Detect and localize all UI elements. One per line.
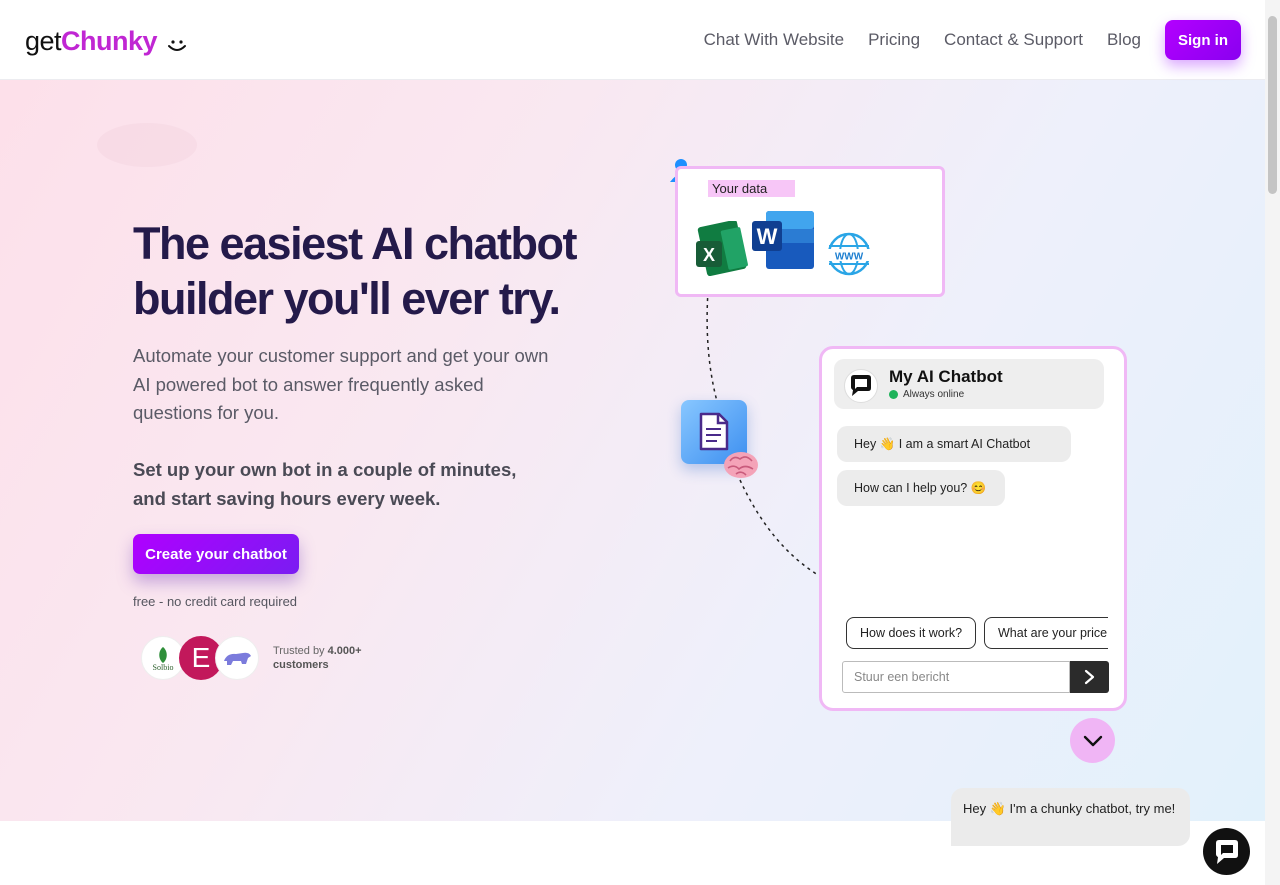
svg-text:W: W	[757, 224, 778, 249]
excel-icon: X	[696, 221, 748, 277]
bot-name: My AI Chatbot	[889, 367, 1003, 386]
nav-blog[interactable]: Blog	[1107, 30, 1141, 50]
chevron-right-icon	[1084, 669, 1094, 685]
nav-contact-support[interactable]: Contact & Support	[944, 30, 1083, 50]
globe-www-icon: WWW	[827, 232, 871, 276]
chatbot-widget-preview: My AI Chatbot Always online Hey 👋 I am a…	[819, 346, 1127, 711]
scrollbar-thumb[interactable]	[1268, 16, 1277, 194]
bot-message: Hey 👋 I am a smart AI Chatbot	[837, 426, 1071, 462]
bot-avatar	[844, 369, 878, 403]
nav-chat-with-website[interactable]: Chat With Website	[704, 30, 844, 50]
bot-status: Always online	[889, 389, 964, 400]
chat-bubble-icon	[1215, 839, 1238, 864]
online-dot-icon	[889, 390, 898, 399]
chevron-down-icon	[1083, 735, 1102, 746]
chat-bubble-icon	[851, 375, 871, 396]
chat-header: My AI Chatbot Always online	[834, 359, 1104, 409]
word-icon: W	[752, 211, 814, 269]
brain-icon	[724, 452, 758, 478]
scroll-down-button[interactable]	[1070, 718, 1115, 763]
svg-text:Solbio: Solbio	[153, 663, 174, 672]
logo-chunky-text: Chunky	[61, 26, 158, 56]
free-note: free - no credit card required	[133, 594, 298, 609]
hero-title: The easiest AI chatbot builder you'll ev…	[133, 218, 577, 324]
quick-reply-pricing[interactable]: What are your price	[984, 617, 1108, 649]
bot-message: How can I help you? 😊	[837, 470, 1005, 506]
cloud-decoration	[97, 123, 197, 167]
customer-logo-bear	[215, 636, 259, 680]
svg-text:X: X	[703, 245, 715, 265]
your-data-card: Your data X W WWW	[675, 166, 945, 297]
hero-subtitle: Automate your customer support and get y…	[133, 345, 549, 423]
nav-pricing[interactable]: Pricing	[868, 30, 920, 50]
quick-reply-how-it-works[interactable]: How does it work?	[846, 617, 977, 649]
page-scrollbar[interactable]	[1265, 0, 1280, 885]
hero-section: The easiest AI chatbot builder you'll ev…	[0, 80, 1265, 821]
svg-text:WWW: WWW	[835, 252, 864, 263]
smile-icon	[168, 39, 187, 51]
chatbot-promo-bubble[interactable]: Hey 👋 I'm a chunky chatbot, try me!	[951, 788, 1190, 846]
sign-in-button[interactable]: Sign in	[1165, 20, 1241, 60]
main-nav: Chat With Website Pricing Contact & Supp…	[704, 30, 1141, 50]
message-input[interactable]	[842, 661, 1070, 693]
your-data-label: Your data	[708, 180, 796, 197]
create-chatbot-button[interactable]: Create your chatbot	[133, 534, 299, 574]
send-button[interactable]	[1070, 661, 1109, 693]
trusted-text: Trusted by 4.000+ customers	[273, 645, 362, 671]
site-header: get Chunky Chat With Website Pricing Cont…	[0, 0, 1265, 80]
hero-subtitle-bold: Set up your own bot in a couple of minut…	[133, 459, 517, 509]
customer-logos: Solbio E	[141, 636, 261, 680]
chat-launcher-button[interactable]	[1203, 828, 1250, 875]
logo[interactable]: get Chunky	[25, 26, 187, 57]
logo-get-text: get	[25, 26, 62, 56]
